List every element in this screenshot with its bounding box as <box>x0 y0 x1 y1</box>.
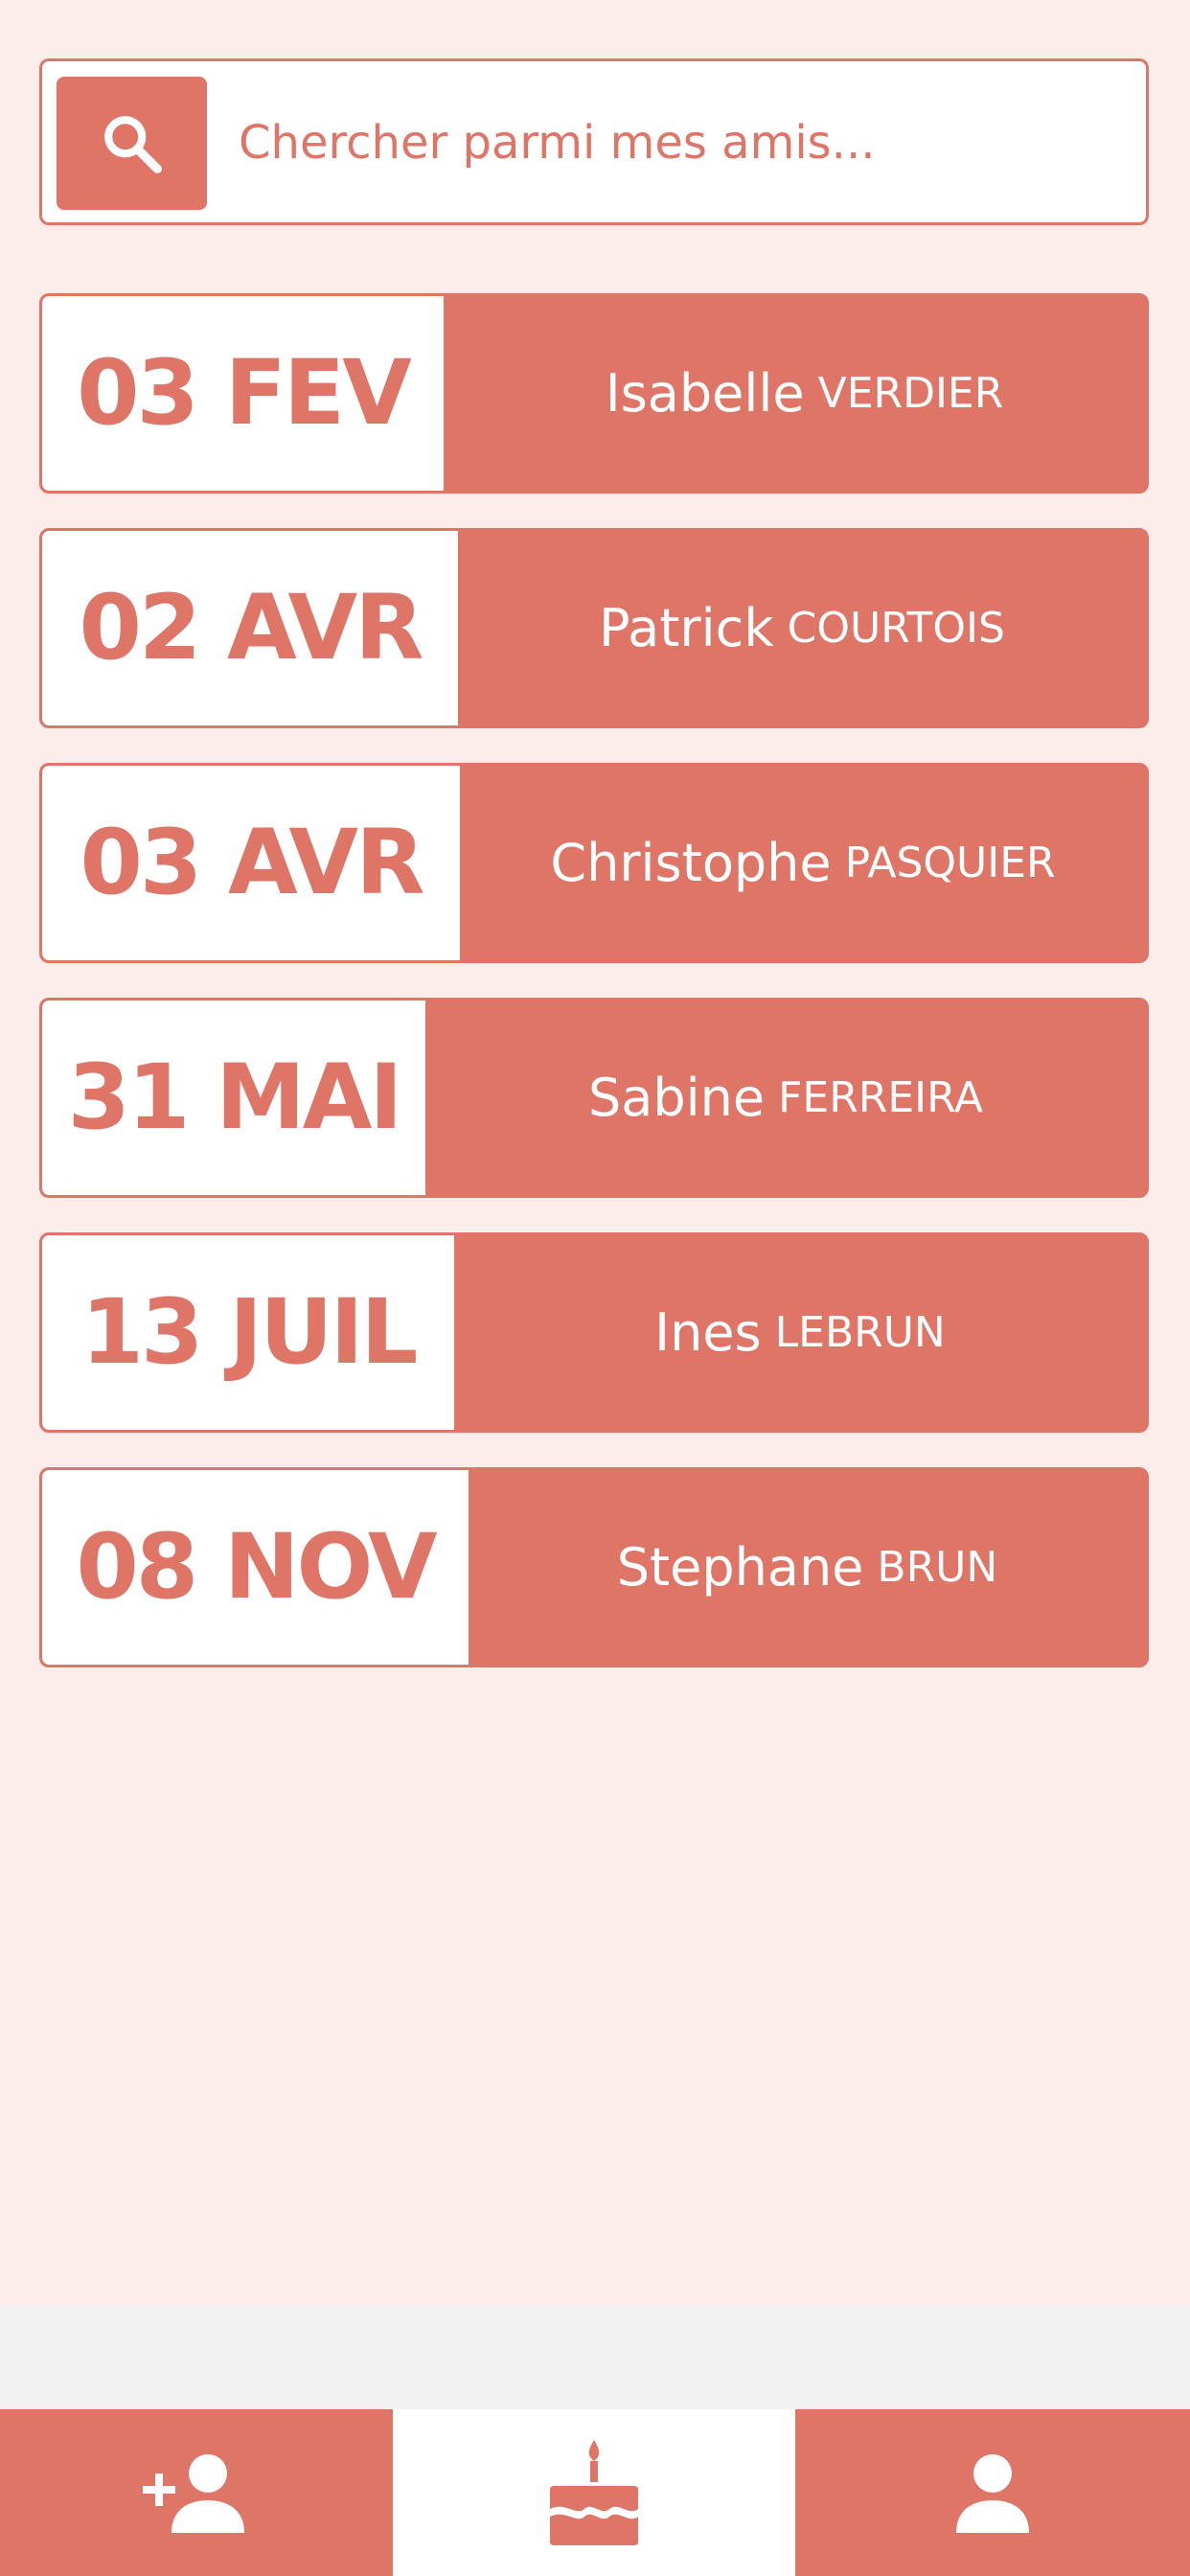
friend-name: Patrick COURTOIS <box>458 531 1146 725</box>
birthday-item[interactable]: 03 AVR Christophe PASQUIER <box>39 763 1149 963</box>
friend-name: Ines LEBRUN <box>454 1235 1146 1430</box>
add-friend-icon <box>143 2454 244 2533</box>
friend-last-name: FERREIRA <box>778 1073 984 1122</box>
friend-first-name: Stephane <box>616 1537 864 1598</box>
friend-first-name: Sabine <box>587 1068 766 1128</box>
nav-divider-area <box>0 2304 1190 2409</box>
search-button[interactable] <box>57 77 207 210</box>
birthdays-tab[interactable] <box>393 2409 795 2576</box>
birthday-item[interactable]: 08 NOV Stephane BRUN <box>39 1467 1149 1668</box>
add-friend-button[interactable] <box>0 2409 393 2576</box>
birthday-item[interactable]: 03 FEV Isabelle VERDIER <box>39 293 1149 494</box>
birthday-date: 02 AVR <box>42 531 458 725</box>
birthday-cake-icon <box>550 2440 638 2545</box>
friend-name: Christophe PASQUIER <box>460 766 1146 960</box>
friend-first-name: Isabelle <box>605 363 805 424</box>
search-icon <box>103 115 162 173</box>
friend-first-name: Christophe <box>550 833 832 893</box>
friend-name: Stephane BRUN <box>469 1470 1146 1665</box>
birthday-item[interactable]: 02 AVR Patrick COURTOIS <box>39 528 1149 728</box>
birthday-date: 13 JUIL <box>42 1235 454 1430</box>
friend-first-name: Ines <box>654 1302 762 1363</box>
profile-button[interactable] <box>795 2409 1190 2576</box>
birthday-item[interactable]: 13 JUIL Ines LEBRUN <box>39 1232 1149 1433</box>
friend-last-name: PASQUIER <box>844 839 1056 887</box>
friend-last-name: VERDIER <box>817 369 1004 418</box>
friend-last-name: BRUN <box>877 1543 998 1592</box>
birthday-date: 31 MAI <box>42 1000 425 1195</box>
friend-last-name: COURTOIS <box>787 604 1005 653</box>
birthday-list: 03 FEV Isabelle VERDIER 02 AVR Patrick C… <box>39 293 1149 1702</box>
friend-name: Sabine FERREIRA <box>425 1000 1146 1195</box>
bottom-navigation <box>0 2409 1190 2576</box>
search-bar <box>39 58 1149 225</box>
friend-name: Isabelle VERDIER <box>444 296 1146 491</box>
profile-icon <box>956 2454 1029 2533</box>
birthday-date: 03 AVR <box>42 766 460 960</box>
birthday-date: 03 FEV <box>42 296 444 491</box>
friend-first-name: Patrick <box>599 598 774 658</box>
birthday-item[interactable]: 31 MAI Sabine FERREIRA <box>39 998 1149 1198</box>
friend-last-name: LEBRUN <box>774 1308 946 1357</box>
search-input[interactable] <box>239 90 1101 196</box>
birthday-date: 08 NOV <box>42 1470 469 1665</box>
